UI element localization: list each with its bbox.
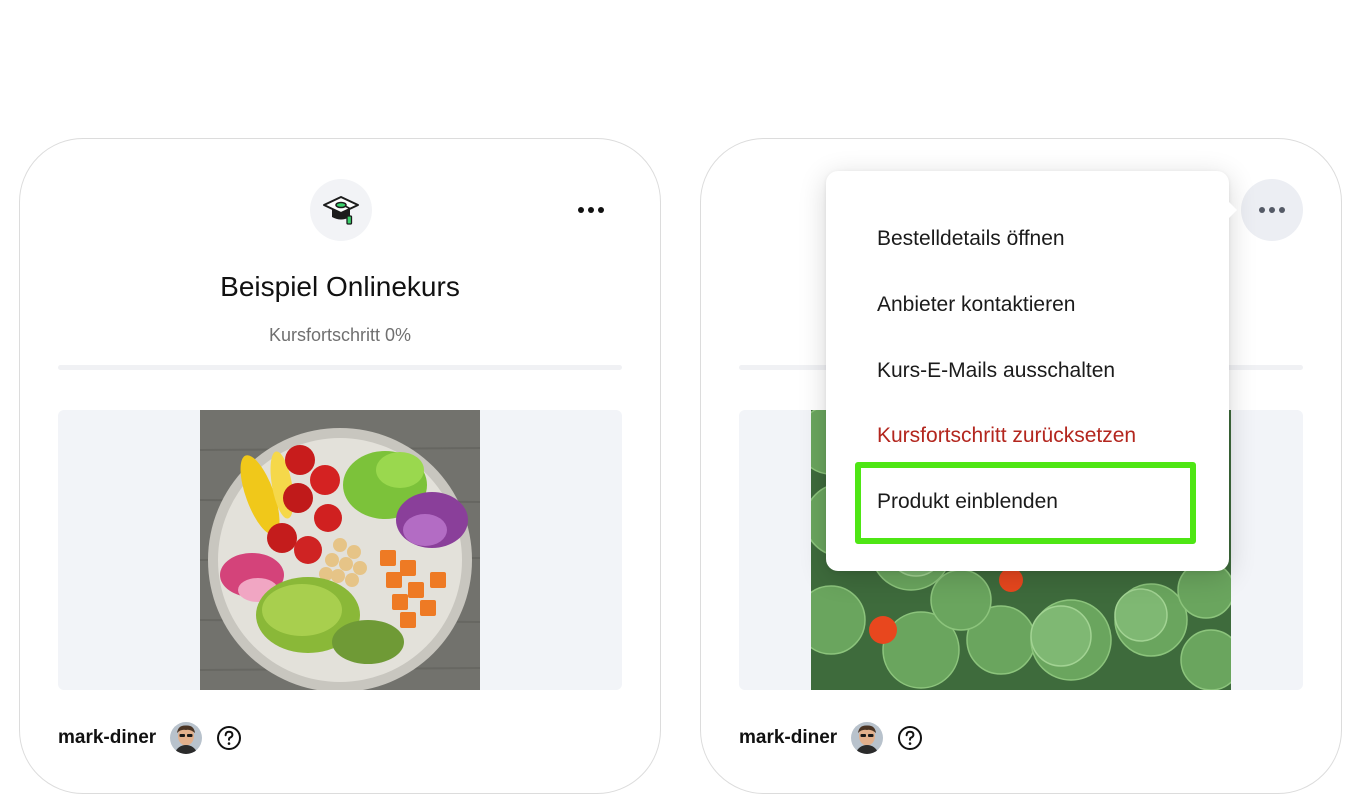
course-options-menu: Bestelldetails öffnen Anbieter kontaktie… — [826, 171, 1237, 571]
question-circle-icon[interactable] — [216, 725, 242, 751]
course-image-area[interactable] — [58, 410, 622, 690]
author-avatar[interactable] — [851, 722, 884, 754]
author-name[interactable]: mark-diner — [739, 727, 837, 749]
question-circle-icon[interactable] — [897, 725, 923, 751]
author-avatar[interactable] — [170, 722, 203, 754]
course-progress-label: Kursfortschritt 0% — [268, 325, 412, 345]
graduation-cap-icon — [310, 179, 372, 241]
course-progress-bar — [58, 365, 622, 370]
course-footer: mark-diner — [739, 722, 923, 754]
more-options-button[interactable] — [1241, 179, 1303, 241]
menu-item-reset-progress[interactable]: Kursfortschritt zurücksetzen — [877, 424, 1136, 448]
more-horizontal-icon — [578, 207, 604, 213]
more-horizontal-icon — [1259, 207, 1285, 213]
course-footer: mark-diner — [58, 722, 242, 754]
author-name[interactable]: mark-diner — [58, 727, 156, 749]
course-grid: Beispiel Onlinekurs Kursfortschritt 0% m… — [0, 0, 1348, 808]
menu-item-disable-course-emails[interactable]: Kurs-E-Mails ausschalten — [877, 359, 1115, 383]
menu-item-show-product[interactable]: Produkt einblenden — [877, 490, 1058, 514]
more-options-button[interactable] — [560, 179, 622, 241]
salad-bowl-photo — [200, 410, 480, 690]
menu-item-order-details[interactable]: Bestelldetails öffnen — [877, 227, 1065, 251]
course-title: Beispiel Onlinekurs — [220, 271, 460, 302]
menu-item-contact-provider[interactable]: Anbieter kontaktieren — [877, 293, 1075, 317]
course-card[interactable]: Beispiel Onlinekurs Kursfortschritt 0% m… — [19, 138, 661, 794]
